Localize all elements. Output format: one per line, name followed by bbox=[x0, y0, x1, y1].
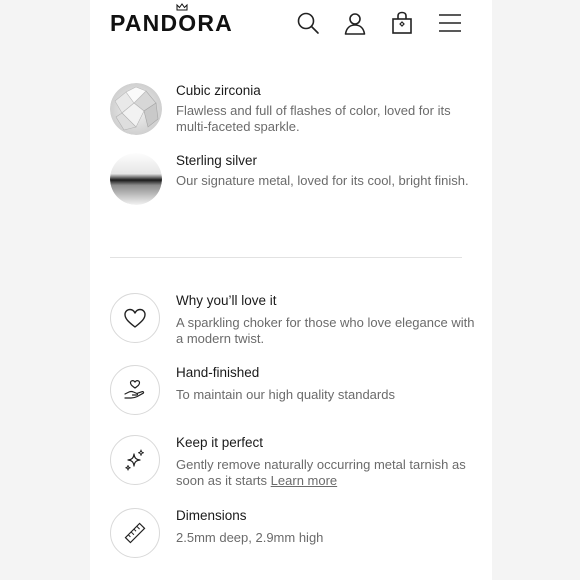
feature-description: 2.5mm deep, 2.9mm high bbox=[176, 530, 324, 545]
menu-icon[interactable] bbox=[437, 10, 463, 36]
site-header: PANDORA bbox=[90, 0, 492, 46]
feature-title: Hand-finished bbox=[176, 365, 260, 380]
account-icon[interactable] bbox=[342, 10, 368, 36]
cubic-zirconia-swatch bbox=[110, 83, 162, 135]
material-description: Our signature metal, loved for its cool,… bbox=[176, 173, 469, 188]
section-divider bbox=[110, 257, 462, 258]
shopping-bag-icon[interactable] bbox=[389, 10, 415, 36]
feature-title: Dimensions bbox=[176, 508, 247, 523]
material-description: Flawless and full of flashes of color, l… bbox=[176, 103, 451, 134]
product-details-panel: PANDORA Cubic zirconia Flawless and full… bbox=[90, 0, 492, 580]
material-title: Cubic zirconia bbox=[176, 83, 261, 98]
sparkle-icon bbox=[110, 435, 160, 485]
search-icon[interactable] bbox=[295, 10, 321, 36]
feature-description: Gently remove naturally occurring metal … bbox=[176, 457, 476, 489]
heart-icon bbox=[110, 293, 160, 343]
feature-title: Why you’ll love it bbox=[176, 293, 277, 308]
logo-text: PANDORA bbox=[110, 10, 233, 36]
sterling-silver-swatch bbox=[110, 153, 162, 205]
learn-more-link[interactable]: Learn more bbox=[271, 473, 337, 488]
crown-icon bbox=[176, 3, 188, 11]
ruler-icon bbox=[110, 508, 160, 558]
material-title: Sterling silver bbox=[176, 153, 258, 168]
hand-heart-icon bbox=[110, 365, 160, 415]
feature-title: Keep it perfect bbox=[176, 435, 264, 450]
feature-description: A sparkling choker for those who love el… bbox=[176, 315, 475, 346]
feature-description: To maintain our high quality standards bbox=[176, 387, 395, 402]
pandora-logo[interactable]: PANDORA bbox=[110, 10, 233, 36]
